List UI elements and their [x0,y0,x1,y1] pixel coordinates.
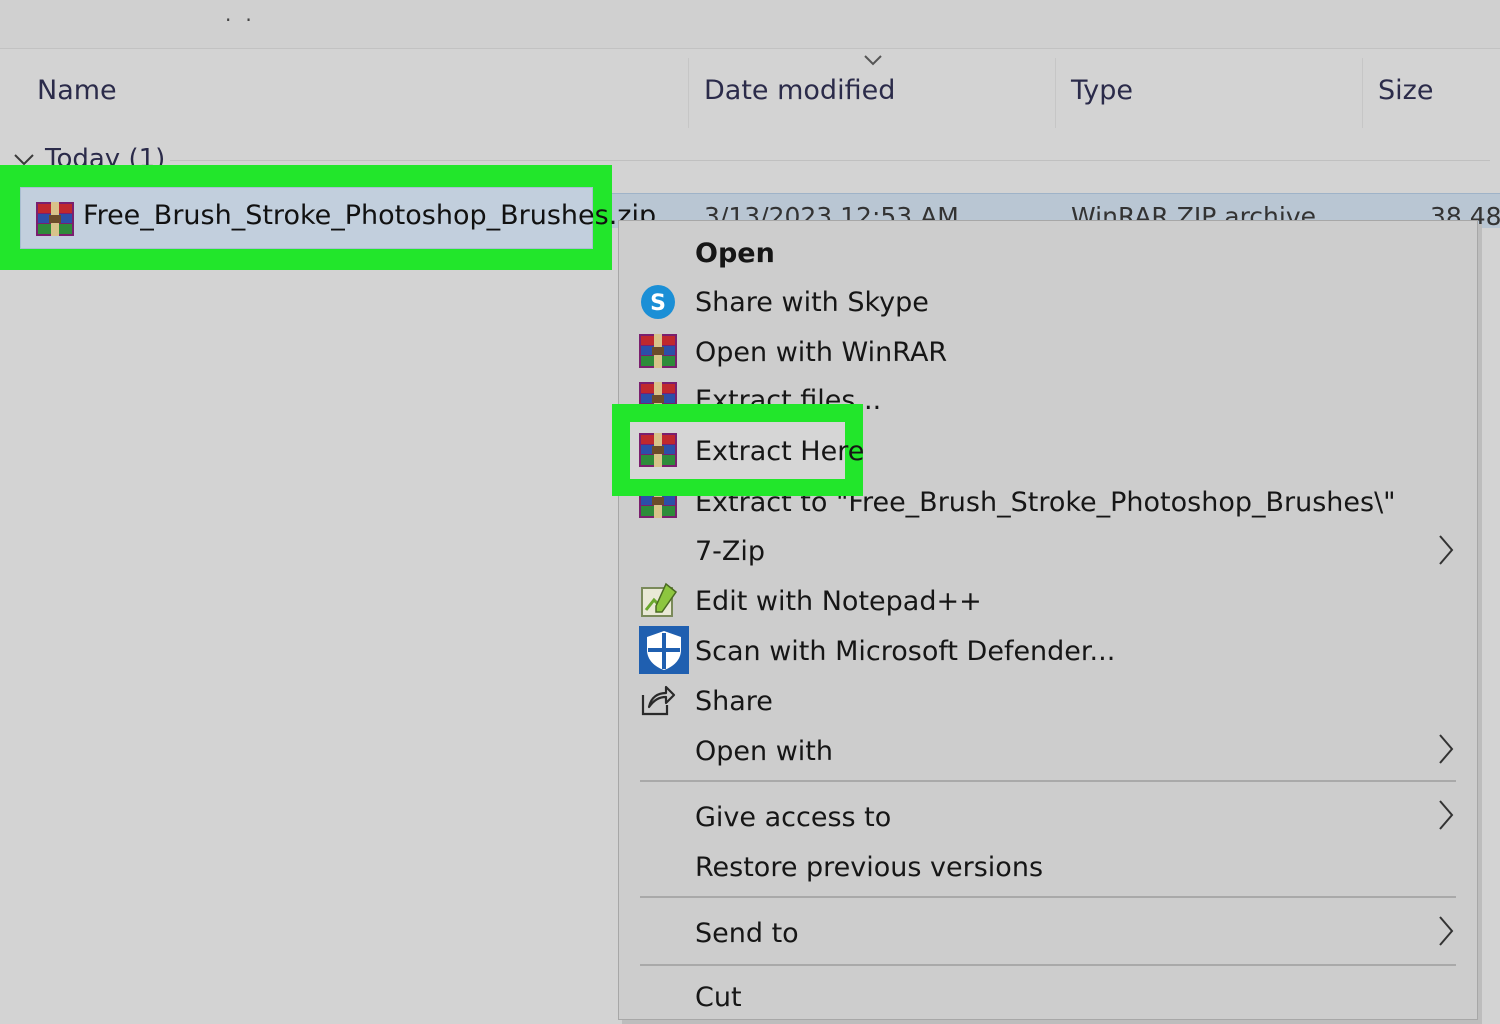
submenu-arrow-icon [1439,535,1454,565]
group-divider [170,160,1490,161]
menu-separator [640,896,1456,898]
submenu-arrow-icon [1439,800,1454,830]
winrar-icon [36,202,74,236]
column-separator[interactable] [688,58,689,128]
menu-item-send-to[interactable]: Send to [695,918,799,949]
submenu-arrow-icon [1439,734,1454,764]
group-header-today[interactable]: Today (1) [0,138,1500,168]
share-icon [641,685,676,716]
sort-chevron-down-icon [864,55,882,66]
address-bar-area: ·· [0,0,1500,49]
menu-item-share-skype[interactable]: Share with Skype [695,287,929,318]
svg-text:S: S [650,291,666,316]
menu-item-extract-here[interactable]: Extract Here [695,436,864,467]
menu-item-7zip[interactable]: 7-Zip [695,536,765,567]
menu-item-open-with[interactable]: Open with [695,736,833,767]
defender-shield-icon [639,626,689,674]
file-name[interactable]: Free_Brush_Stroke_Photoshop_Brushes.zip [83,200,656,231]
menu-item-restore-versions[interactable]: Restore previous versions [695,852,1043,883]
winrar-icon [639,334,677,368]
menu-item-give-access[interactable]: Give access to [695,802,891,833]
notepad-plus-plus-icon [641,582,678,617]
menu-separator [640,964,1456,966]
submenu-arrow-icon [1439,916,1454,946]
column-separator[interactable] [1055,58,1056,128]
toolbar-dots: ·· [225,8,266,32]
menu-item-share[interactable]: Share [695,686,773,717]
menu-item-open-winrar[interactable]: Open with WinRAR [695,337,947,368]
column-header-date-modified[interactable]: Date modified [704,75,895,106]
skype-icon: S [641,285,675,319]
menu-item-open[interactable]: Open [695,238,775,269]
winrar-icon [639,433,677,467]
menu-item-cut[interactable]: Cut [695,982,742,1013]
menu-item-scan-defender[interactable]: Scan with Microsoft Defender... [695,636,1115,667]
column-header-type[interactable]: Type [1071,75,1133,106]
menu-separator [640,780,1456,782]
column-header-size[interactable]: Size [1378,75,1433,106]
menu-item-edit-notepad[interactable]: Edit with Notepad++ [695,586,982,617]
column-header-name[interactable]: Name [37,75,117,106]
column-separator[interactable] [1362,58,1363,128]
